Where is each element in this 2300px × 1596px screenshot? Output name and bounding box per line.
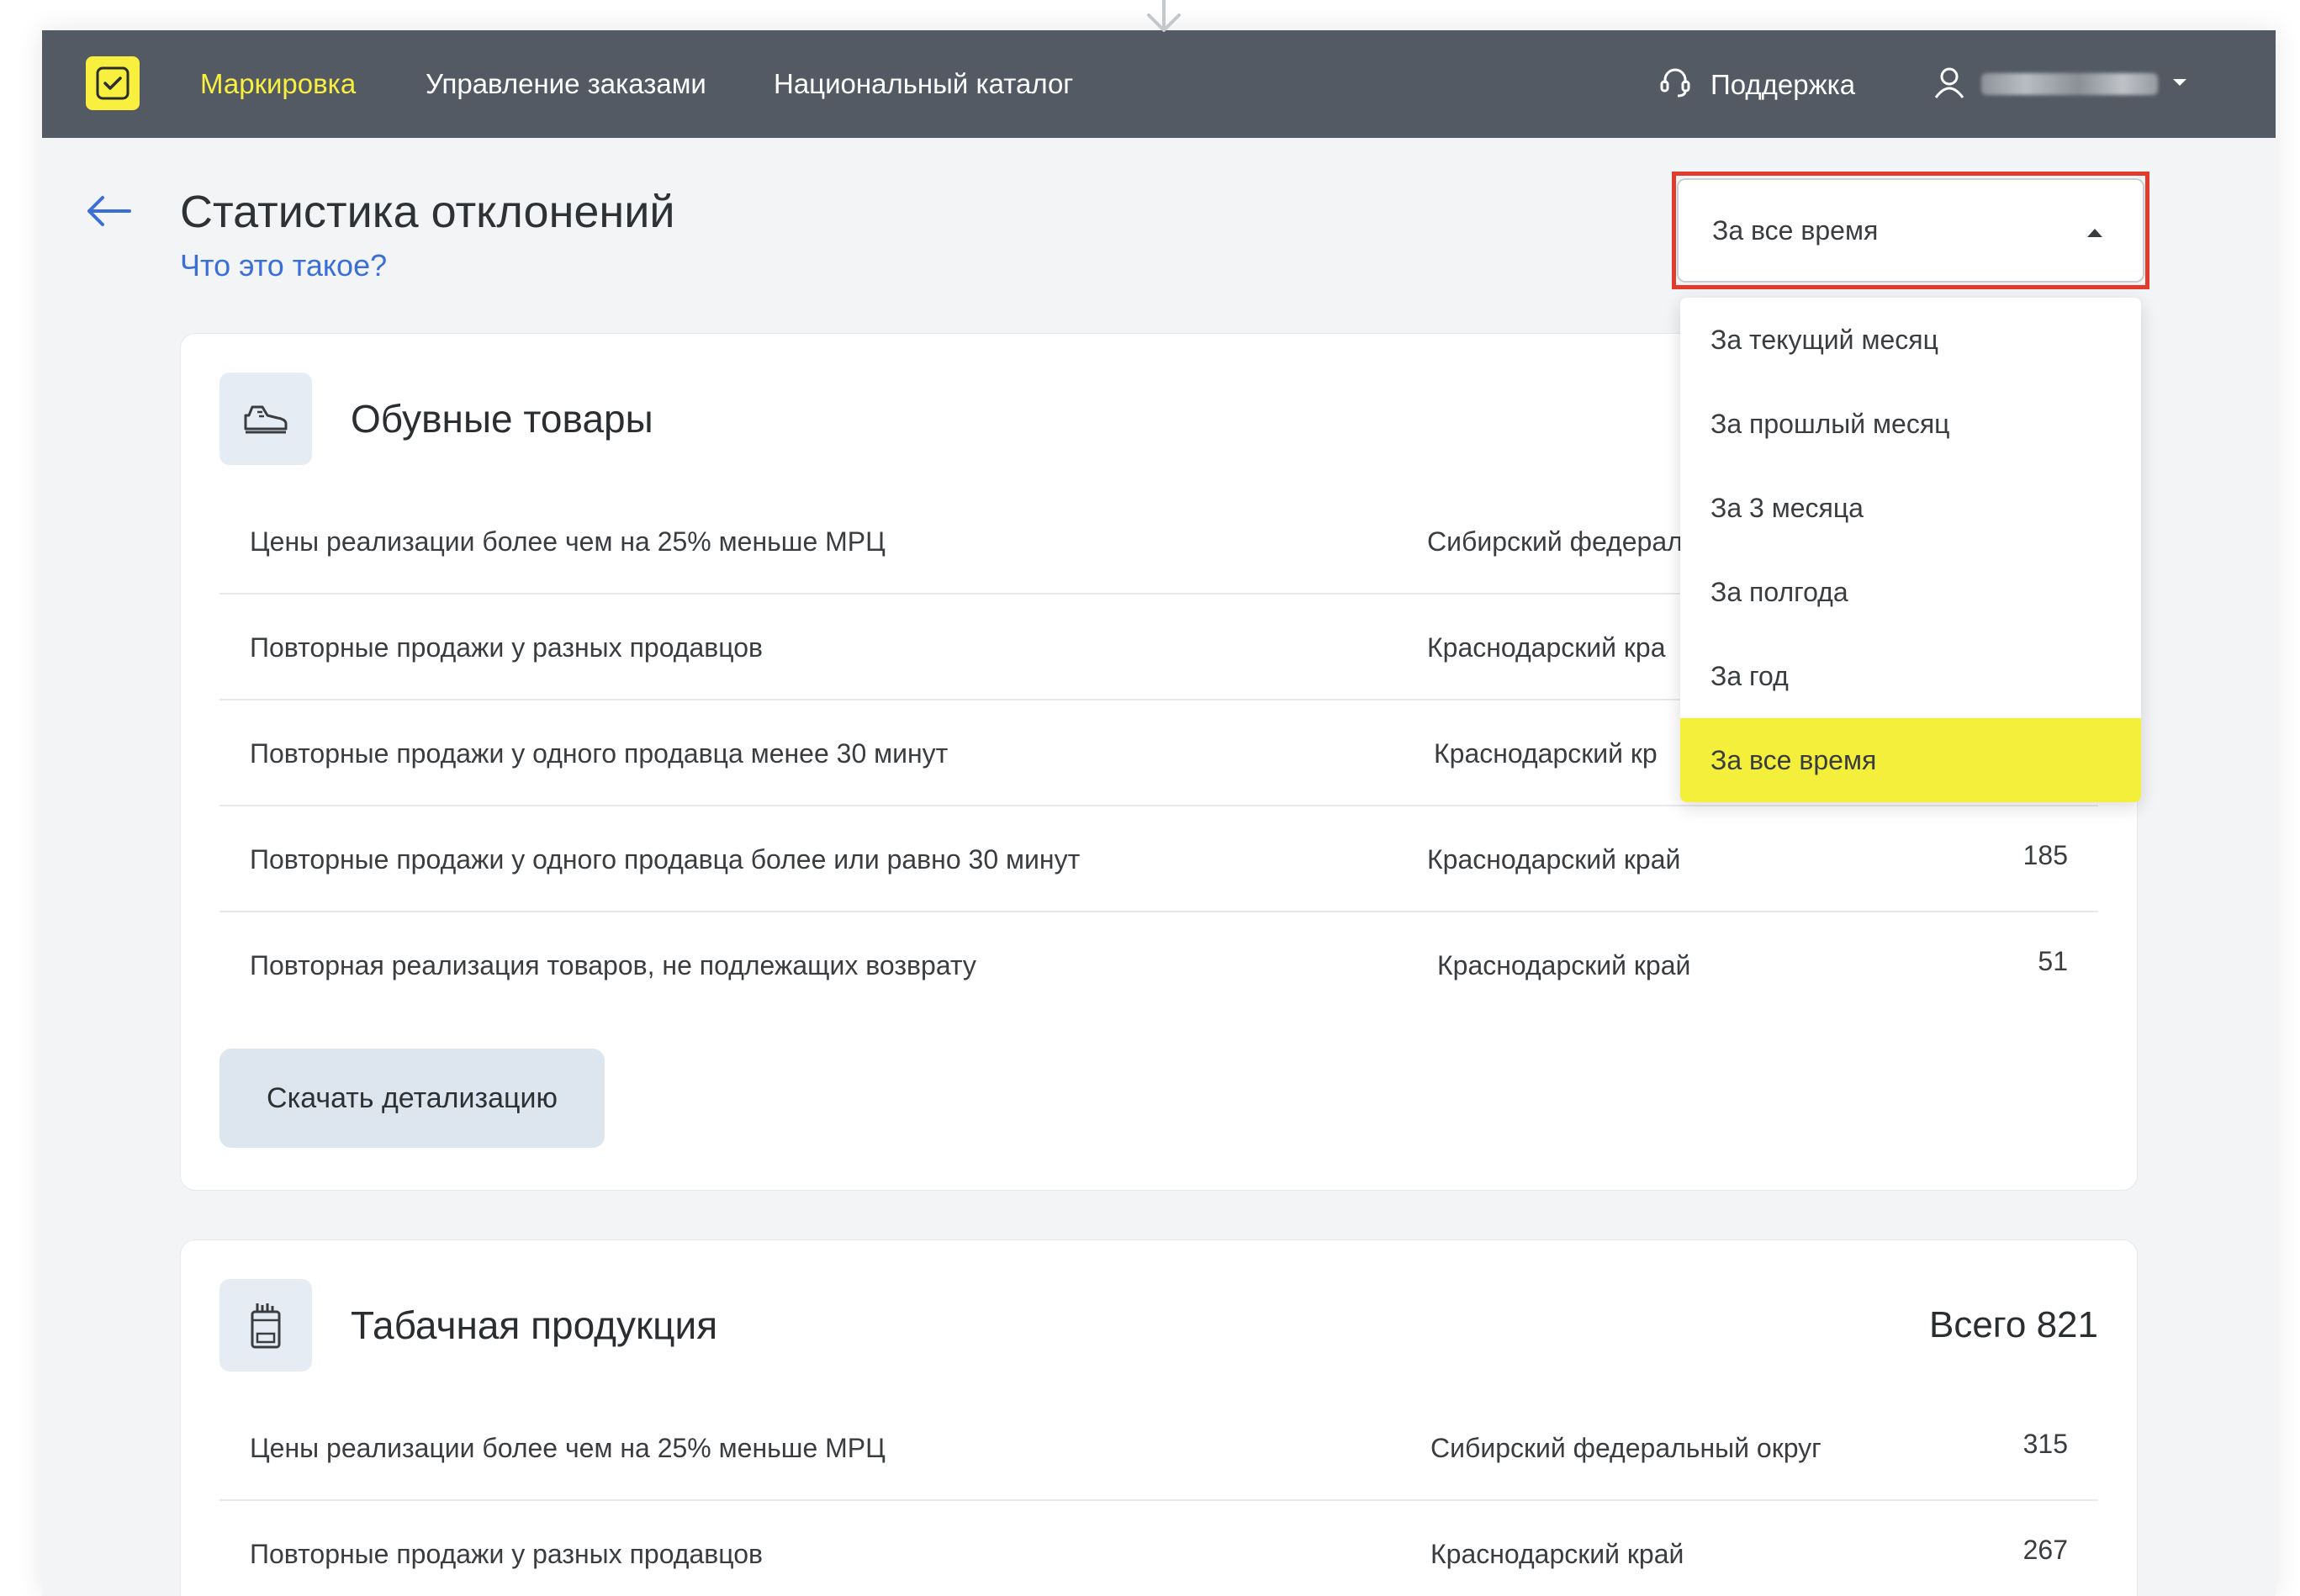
chevron-down-icon <box>2171 77 2188 92</box>
period-select-value: За все время <box>1712 215 1879 246</box>
row-region: Краснодарский край <box>1437 950 1691 980</box>
period-option[interactable]: За полгода <box>1680 550 2141 634</box>
row-description: Цены реализации более чем на 25% меньше … <box>250 1433 886 1463</box>
row-region: Сибирский федеральный округ <box>1430 1433 1821 1463</box>
table-row: Повторная реализация товаров, не подлежа… <box>219 912 2098 1018</box>
headset-icon <box>1657 63 1694 107</box>
app-window: Маркировка Управление заказами Националь… <box>42 30 2276 1596</box>
download-details-button[interactable]: Скачать детализацию <box>219 1049 605 1148</box>
support-link[interactable]: Поддержка <box>1657 64 1855 106</box>
shoe-icon <box>219 373 312 465</box>
nav-item-national-catalog[interactable]: Национальный каталог <box>774 67 1073 101</box>
row-description: Повторная реализация товаров, не подлежа… <box>250 950 976 980</box>
logo-icon[interactable] <box>86 56 140 110</box>
period-dropdown-menu: За текущий месяц За прошлый месяц За 3 м… <box>1680 298 2141 802</box>
back-arrow-icon[interactable] <box>82 190 133 232</box>
row-region: Сибирский федерал <box>1427 526 1683 557</box>
table-row: Повторные продажи у разных продавцов Кра… <box>219 1501 2098 1596</box>
user-name-blurred <box>1981 73 2158 95</box>
period-option[interactable]: За год <box>1680 634 2141 718</box>
user-icon <box>1931 64 1968 105</box>
section-total: Всего 821 <box>1928 1304 2098 1345</box>
support-label: Поддержка <box>1710 69 1856 100</box>
row-region: Краснодарский кра <box>1427 632 1666 663</box>
table-row: Цены реализации более чем на 25% меньше … <box>219 1395 2098 1501</box>
row-description: Повторные продажи у одного продавца мене… <box>250 738 949 769</box>
row-region: Краснодарский край <box>1427 844 1681 875</box>
period-option[interactable]: За текущий месяц <box>1680 298 2141 382</box>
row-description: Повторные продажи у разных продавцов <box>250 632 764 663</box>
caret-up-icon <box>2087 229 2102 237</box>
row-region: Краснодарский кр <box>1434 738 1658 769</box>
page-title: Статистика отклонений <box>180 187 675 237</box>
period-option[interactable]: За 3 месяца <box>1680 466 2141 550</box>
row-count: 267 <box>2022 1535 2068 1565</box>
user-menu[interactable] <box>1931 62 2188 106</box>
row-count: 315 <box>2022 1429 2068 1459</box>
scroll-down-icon <box>1142 0 1186 34</box>
period-option[interactable]: За прошлый месяц <box>1680 382 2141 466</box>
row-description: Повторные продажи у разных продавцов <box>250 1539 764 1569</box>
row-description: Цены реализации более чем на 25% меньше … <box>250 526 886 557</box>
section-title: Табачная продукция <box>351 1303 718 1347</box>
period-select[interactable]: За все время <box>1677 178 2144 283</box>
nav-item-marking[interactable]: Маркировка <box>200 67 356 101</box>
table-row: Повторные продажи у одного продавца боле… <box>219 806 2098 912</box>
period-option-selected[interactable]: За все время <box>1680 718 2141 802</box>
section-card-tobacco: Табачная продукция Всего 821 Цены реализ… <box>180 1239 2138 1596</box>
row-region: Краснодарский край <box>1430 1539 1684 1569</box>
row-description: Повторные продажи у одного продавца боле… <box>250 844 1081 875</box>
section-title: Обувные товары <box>351 397 653 441</box>
row-count: 185 <box>2022 840 2068 870</box>
top-navbar: Маркировка Управление заказами Националь… <box>42 30 2276 138</box>
nav-item-order-management[interactable]: Управление заказами <box>426 67 706 101</box>
help-link[interactable]: Что это такое? <box>180 247 387 284</box>
row-count: 51 <box>2038 946 2068 976</box>
cigarette-pack-icon <box>219 1279 312 1371</box>
